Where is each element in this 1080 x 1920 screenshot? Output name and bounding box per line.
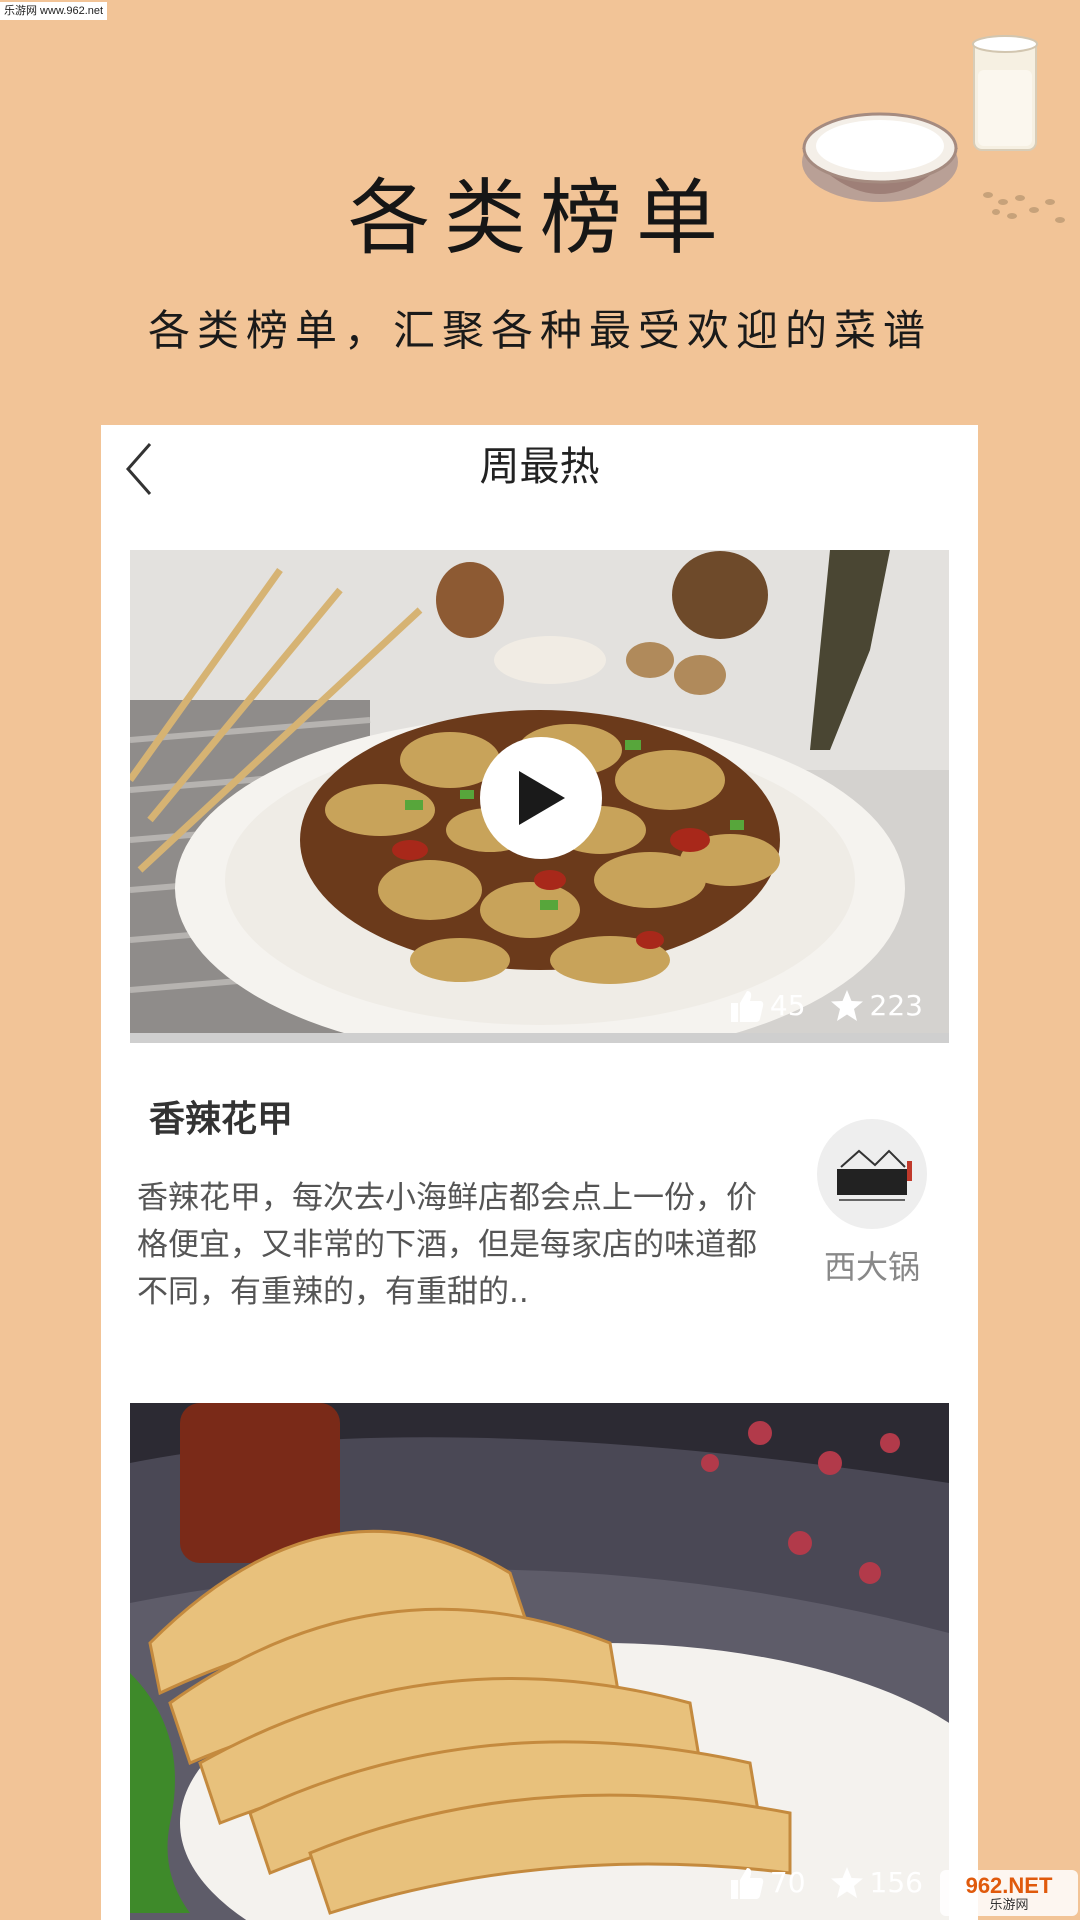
like-count[interactable]: 70 (730, 1866, 806, 1900)
author-avatar[interactable] (817, 1119, 927, 1229)
star-icon (830, 990, 863, 1021)
navbar: 周最热 (101, 425, 978, 510)
star-icon (830, 1867, 863, 1898)
recipe-stats: 70 156 (706, 1866, 923, 1900)
favorite-count[interactable]: 223 (830, 989, 923, 1023)
play-button[interactable] (480, 737, 602, 859)
favorite-count-value: 156 (869, 1866, 923, 1899)
watermark-top-left: 乐游网 www.962.net (0, 2, 108, 20)
watermark-logo-text: 962.NET (965, 1872, 1053, 1898)
thumbs-up-icon (730, 991, 764, 1022)
recipe-video-thumbnail[interactable]: 45 223 (130, 550, 949, 1043)
promo-title: 各类榜单 (347, 171, 732, 266)
watermark-bottom-right: 962.NET 乐游网 (940, 1870, 1078, 1916)
page-title: 周最热 (479, 444, 600, 490)
recipe-thumbnail[interactable]: 70 156 (130, 1403, 949, 1920)
like-count-value: 70 (769, 1866, 806, 1899)
favorite-count-value: 223 (869, 989, 923, 1022)
play-icon (519, 771, 565, 825)
like-count-value: 45 (769, 989, 806, 1022)
thumbs-up-icon (730, 1868, 764, 1899)
author-name[interactable]: 西大锅 (801, 1251, 943, 1283)
recipe-title[interactable]: 香辣花甲 (149, 1098, 293, 1141)
recipe-description: 香辣花甲，每次去小海鲜店都会点上一份，价格便宜，又非常的下酒，但是每家店的味道都… (137, 1180, 757, 1310)
watermark-sub-text: 乐游网 (989, 1897, 1029, 1913)
phone-screen: 周最热 45 223 香辣花甲 香辣花甲，每次去小海鲜店都会点上一份，价格便宜，… (101, 425, 978, 1920)
author-logo (837, 1149, 912, 1201)
like-count[interactable]: 45 (730, 989, 806, 1023)
recipe-stats: 45 223 (706, 989, 923, 1023)
recipe-photo-pancakes (130, 1403, 949, 1920)
favorite-count[interactable]: 156 (830, 1866, 923, 1900)
promo-subtitle: 各类榜单，汇聚各种最受欢迎的菜谱 (147, 306, 932, 355)
